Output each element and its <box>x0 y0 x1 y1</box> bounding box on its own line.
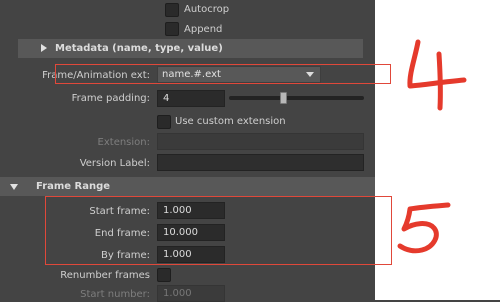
frame-padding-value: 4 <box>163 93 170 104</box>
append-checkbox[interactable] <box>165 22 179 36</box>
extension-field <box>157 133 364 150</box>
frame-range-section-title: Frame Range <box>36 181 111 192</box>
metadata-section-title: Metadata (name, type, value) <box>55 43 223 54</box>
autocrop-checkbox[interactable] <box>165 3 179 17</box>
annotation-number-five <box>397 202 451 254</box>
start-number-field: 1.000 <box>157 285 225 302</box>
frame-padding-label: Frame padding: <box>71 93 150 104</box>
metadata-section-header[interactable]: Metadata (name, type, value) <box>18 39 363 58</box>
frame-padding-slider-thumb[interactable] <box>280 92 287 104</box>
frame-range-section-header[interactable]: Frame Range <box>0 177 375 196</box>
start-number-label: Start number: <box>80 289 150 300</box>
annotation-box-frame-range <box>45 196 392 265</box>
frame-padding-slider-track[interactable] <box>229 96 364 100</box>
annotation-number-four <box>407 39 467 111</box>
frame-padding-field[interactable]: 4 <box>157 90 225 107</box>
renumber-frames-label: Renumber frames <box>60 270 150 281</box>
expand-arrow-icon <box>41 44 47 52</box>
start-number-value: 1.000 <box>163 288 192 299</box>
custom-extension-checkbox[interactable] <box>157 115 171 129</box>
renumber-frames-checkbox[interactable] <box>157 268 171 282</box>
collapse-arrow-icon <box>10 184 18 190</box>
version-label-label: Version Label: <box>79 158 150 169</box>
append-label: Append <box>184 24 223 35</box>
custom-extension-label: Use custom extension <box>175 116 286 127</box>
version-label-field[interactable] <box>157 154 364 171</box>
annotation-box-frame-ext <box>55 64 391 84</box>
extension-label: Extension: <box>97 137 150 148</box>
autocrop-label: Autocrop <box>184 4 230 15</box>
